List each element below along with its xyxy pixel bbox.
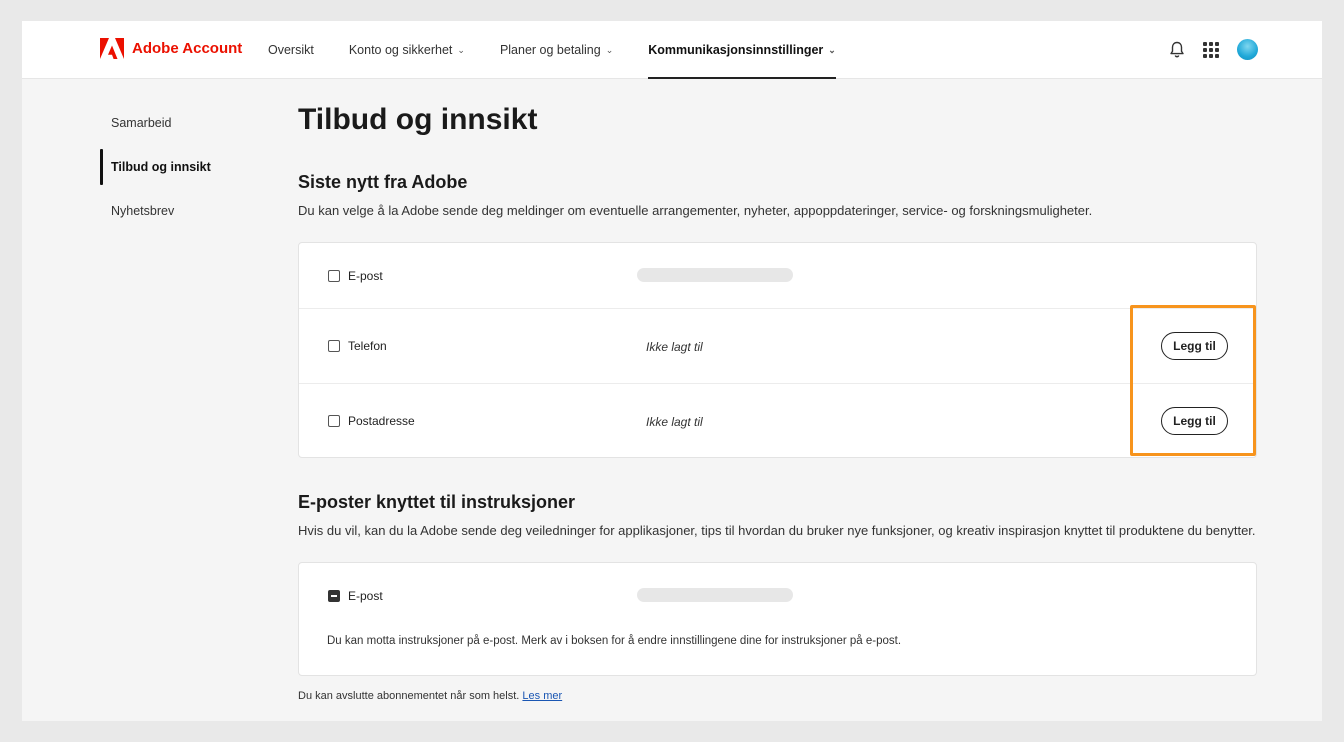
unsubscribe-note: Du kan avslutte abonnementet når som hel…	[298, 690, 562, 702]
postal-address-checkbox[interactable]	[328, 415, 340, 427]
avatar[interactable]	[1237, 39, 1258, 60]
nav-item-label: Planer og betaling	[499, 43, 601, 57]
section-description-instruksjoner: Hvis du vil, kan du la Adobe sende deg v…	[298, 523, 1256, 538]
main-nav: Oversikt Konto og sikkerhet ⌄ Planer og …	[268, 21, 871, 79]
contact-row-status: Ikke lagt til	[646, 415, 703, 429]
nav-item-konto-og-sikkerhet[interactable]: Konto og sikkerhet ⌄	[349, 21, 465, 79]
learn-more-link[interactable]: Les mer	[522, 690, 562, 702]
email-checkbox[interactable]	[328, 270, 340, 282]
contact-row-label: E-post	[348, 269, 383, 283]
section-title-siste-nytt: Siste nytt fra Adobe	[298, 172, 468, 192]
sidebar-item-label: Samarbeid	[111, 116, 172, 130]
nav-item-planer-og-betaling[interactable]: Planer og betaling ⌄	[500, 21, 613, 79]
brand-name: Adobe Account	[132, 40, 243, 57]
add-phone-button[interactable]: Legg til	[1161, 332, 1228, 360]
email-value-redacted	[637, 588, 793, 602]
nav-item-kommunikasjonsinnstillinger[interactable]: Kommunikasjonsinnstillinger ⌄	[648, 21, 836, 79]
sidebar-item-samarbeid[interactable]: Samarbeid	[100, 101, 260, 145]
instruction-email-label: E-post	[348, 589, 383, 603]
chevron-down-icon: ⌄	[457, 44, 465, 55]
contact-row-label: Telefon	[348, 339, 387, 353]
contact-row-status: Ikke lagt til	[646, 340, 703, 354]
top-navigation-bar: Adobe Account Oversikt Konto og sikkerhe…	[22, 21, 1322, 79]
sidebar-item-label: Nyhetsbrev	[111, 204, 175, 218]
email-value-redacted	[637, 268, 793, 282]
instruction-email-card: E-post Du kan motta instruksjoner på e-p…	[298, 562, 1257, 676]
section-description-siste-nytt: Du kan velge å la Adobe sende deg meldin…	[298, 203, 1093, 218]
nav-item-label: Kommunikasjonsinnstillinger	[648, 43, 824, 57]
contact-methods-card: E-post Telefon Ikke lagt til Legg til Po…	[298, 242, 1257, 458]
contact-row-postal-address: Postadresse Ikke lagt til Legg til	[299, 384, 1256, 457]
nav-item-label: Konto og sikkerhet	[348, 43, 453, 57]
phone-checkbox[interactable]	[328, 340, 340, 352]
chevron-down-icon: ⌄	[605, 44, 614, 55]
adobe-logo-icon	[100, 38, 124, 59]
page-title: Tilbud og innsikt	[298, 103, 538, 136]
nav-item-label: Oversikt	[268, 43, 314, 57]
instruction-email-checkbox[interactable]	[328, 590, 340, 602]
chevron-down-icon: ⌄	[828, 44, 836, 55]
sidebar: Samarbeid Tilbud og innsikt Nyhetsbrev	[100, 101, 260, 233]
nav-item-oversikt[interactable]: Oversikt	[268, 21, 314, 79]
sidebar-item-tilbud-og-innsikt[interactable]: Tilbud og innsikt	[100, 145, 260, 189]
instruction-email-note: Du kan motta instruksjoner på e-post. Me…	[327, 635, 902, 647]
contact-row-phone: Telefon Ikke lagt til Legg til	[299, 309, 1256, 384]
page-frame: Adobe Account Oversikt Konto og sikkerhe…	[22, 21, 1322, 721]
brand[interactable]: Adobe Account	[100, 38, 242, 59]
sidebar-item-label: Tilbud og innsikt	[111, 160, 211, 174]
add-postal-address-button[interactable]: Legg til	[1161, 407, 1228, 435]
header-icons	[1169, 39, 1258, 60]
apps-grid-icon[interactable]	[1203, 41, 1219, 58]
contact-row-email: E-post	[299, 243, 1256, 309]
sidebar-item-nyhetsbrev[interactable]: Nyhetsbrev	[100, 189, 260, 233]
section-title-instruksjoner: E-poster knyttet til instruksjoner	[298, 492, 576, 512]
bell-icon[interactable]	[1169, 41, 1185, 59]
contact-row-label: Postadresse	[348, 414, 415, 428]
unsubscribe-text: Du kan avslutte abonnementet når som hel…	[298, 690, 520, 702]
